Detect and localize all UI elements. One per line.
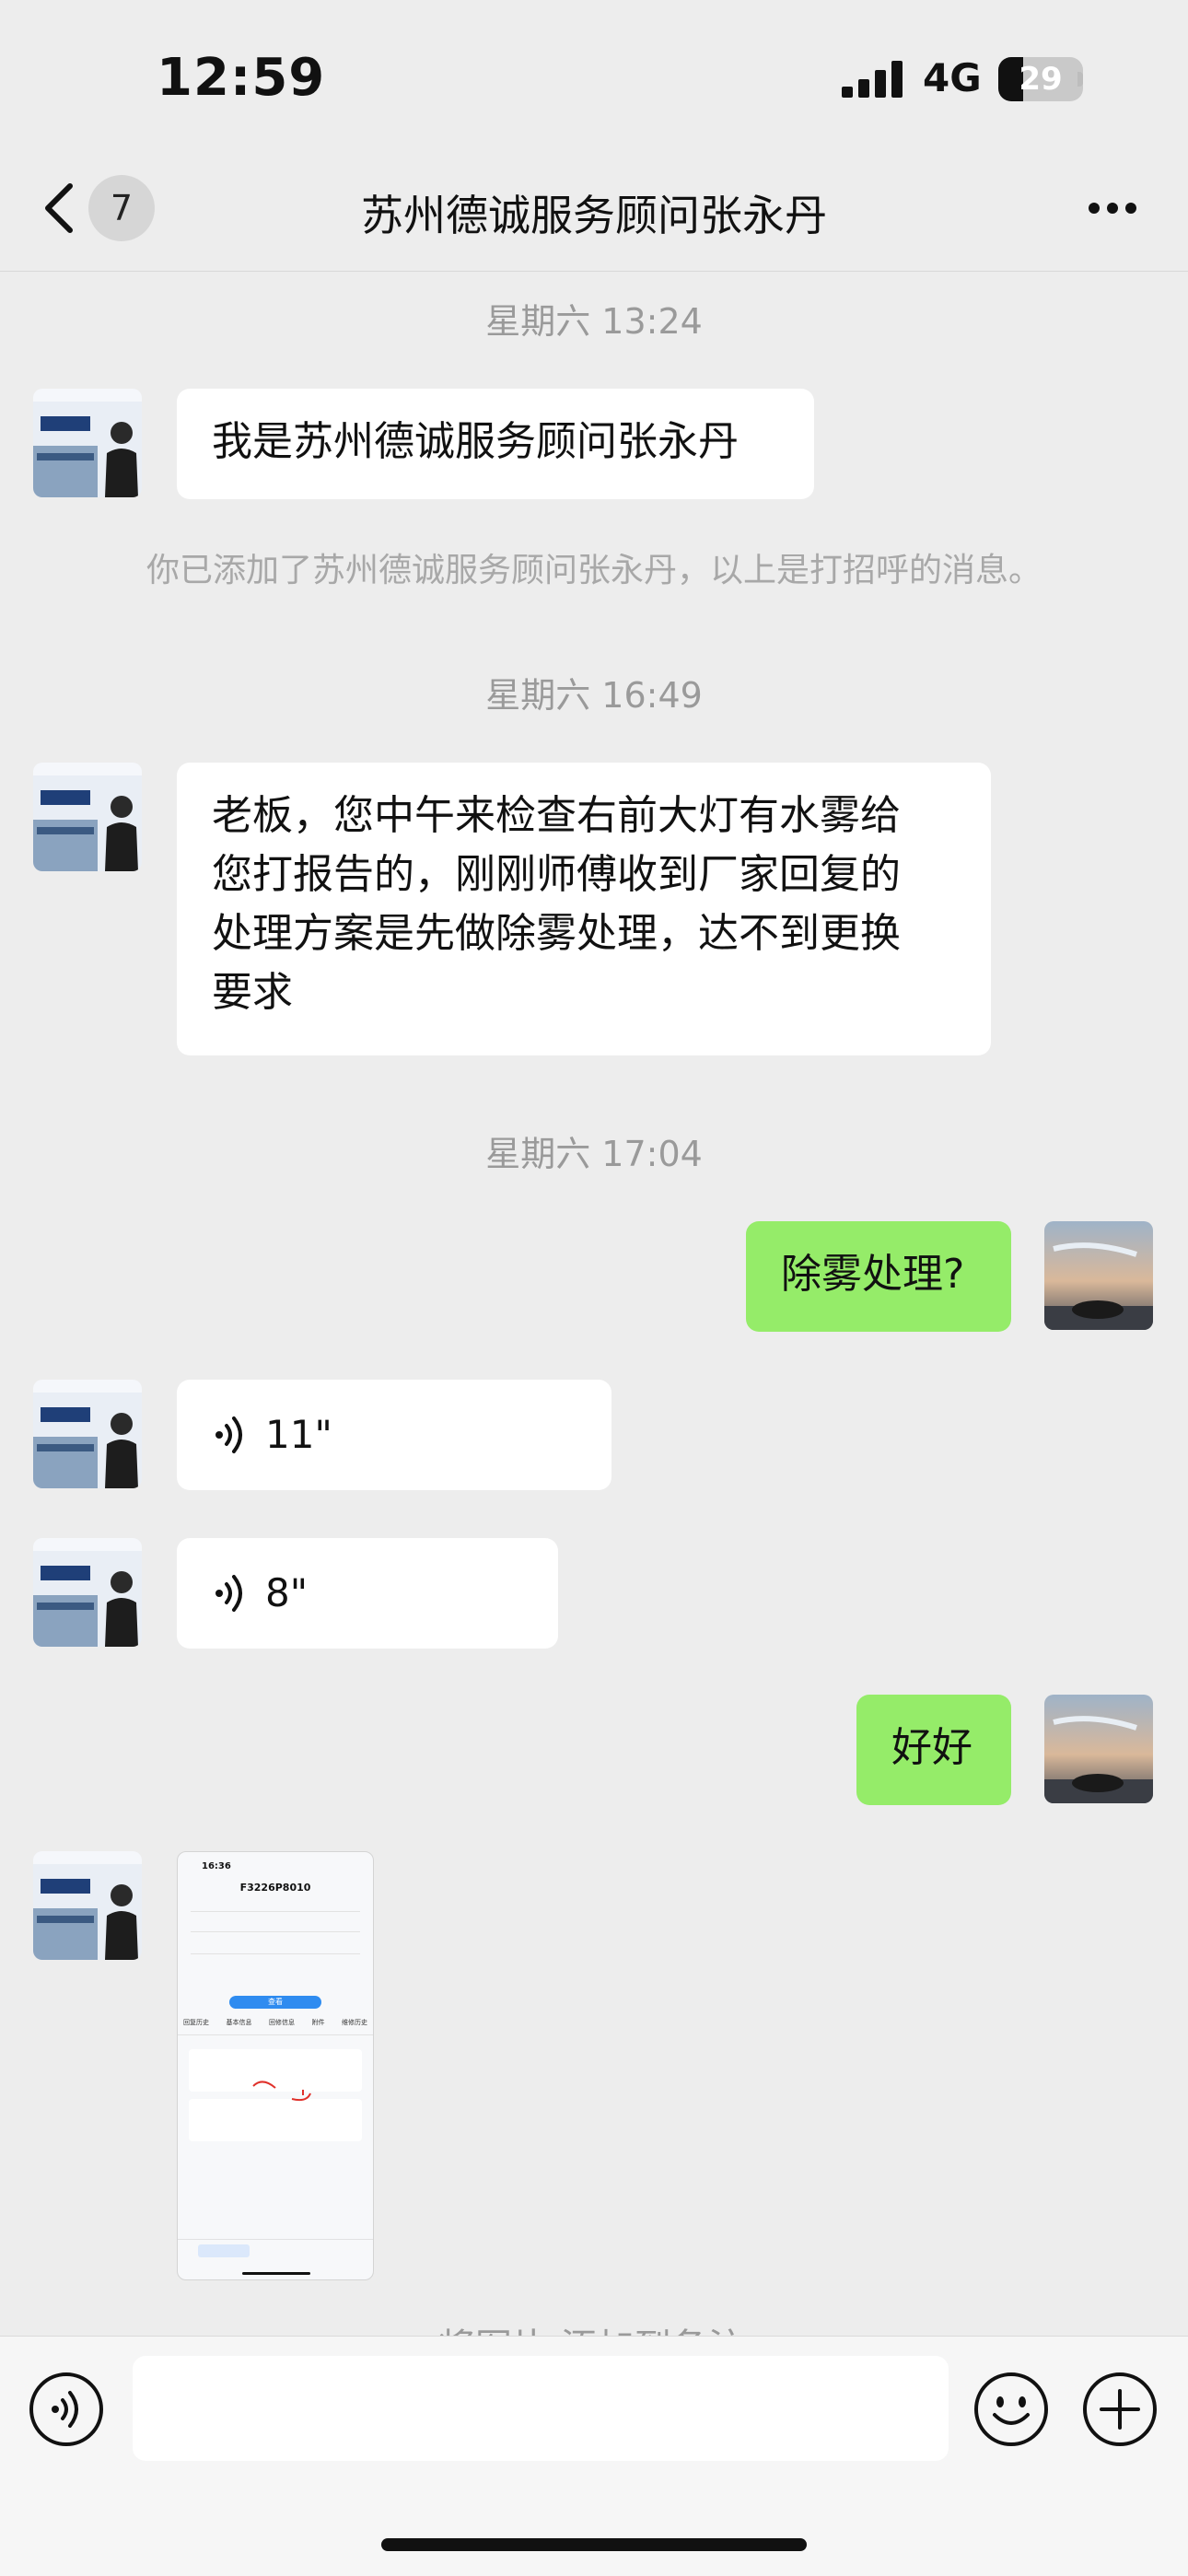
thumb-plate: F3226P8010	[239, 1882, 311, 1894]
voice-input-icon[interactable]	[28, 2371, 105, 2448]
battery-level: 29	[1019, 61, 1063, 98]
status-time: 12:59	[157, 48, 326, 108]
voice-message-bubble[interactable]: 8"	[177, 1538, 558, 1649]
message-input[interactable]	[133, 2356, 949, 2461]
voice-duration: 8"	[265, 1570, 309, 1615]
message-bubble[interactable]: 老板，您中午来检查右前大灯有水雾给 您打报告的，刚刚师傅收到厂家回复的 处理方案…	[177, 763, 991, 1055]
battery-tip	[1077, 72, 1083, 87]
contact-avatar[interactable]	[33, 389, 142, 497]
network-type: 4G	[923, 55, 982, 100]
message-timestamp: 星期六 17:04	[485, 1134, 703, 1174]
thumb-home-indicator	[242, 2272, 310, 2275]
thumb-tabs: 回复历史 基本信息 回修信息 附件 维修历史	[183, 2018, 367, 2027]
message-text-line: 您打报告的，刚刚师傅收到厂家回复的	[212, 851, 901, 898]
message-text-line: 老板，您中午来检查右前大灯有水雾给	[212, 792, 901, 839]
contact-avatar[interactable]	[33, 763, 142, 871]
more-options-icon[interactable]	[1087, 201, 1138, 216]
message-timestamp: 星期六 16:49	[485, 675, 703, 716]
voice-wave-icon	[215, 1416, 242, 1453]
system-notice: 你已添加了苏州德诚服务顾问张永丹，以上是打招呼的消息。	[146, 552, 1042, 589]
thumb-tabbar-item	[198, 2244, 250, 2257]
thumb-tab: 基本信息	[226, 2019, 252, 2026]
red-annotation-marks	[252, 2081, 311, 2102]
voice-message-bubble[interactable]: 11"	[177, 1380, 611, 1490]
thumb-tab: 回复历史	[183, 2019, 209, 2026]
thumb-divider	[191, 1911, 360, 1912]
voice-duration: 11"	[265, 1412, 332, 1457]
chat-title: 苏州德诚服务顾问张永丹	[361, 191, 827, 240]
thumb-divider	[178, 2239, 373, 2240]
message-text: 好好	[891, 1724, 973, 1771]
thumb-button: 查看	[229, 1996, 321, 2009]
plus-icon[interactable]	[1081, 2371, 1159, 2448]
thumb-divider	[191, 1953, 360, 1954]
cellular-signal-icon	[842, 61, 903, 98]
message-bubble[interactable]: 我是苏州德诚服务顾问张永丹	[177, 389, 814, 499]
my-avatar[interactable]	[1044, 1221, 1153, 1330]
voice-wave-icon	[215, 1575, 242, 1612]
contact-avatar[interactable]	[33, 1380, 142, 1488]
my-message-bubble[interactable]: 除雾处理?	[746, 1221, 1011, 1332]
emoji-icon[interactable]	[973, 2371, 1050, 2448]
battery-icon: 29	[998, 57, 1083, 101]
contact-avatar[interactable]	[33, 1851, 142, 1960]
thumb-tab: 回修信息	[269, 2019, 295, 2026]
thumb-divider	[191, 1931, 360, 1932]
message-text-line: 处理方案是先做除雾处理，达不到更换	[212, 910, 901, 957]
message-text: 我是苏州德诚服务顾问张永丹	[212, 418, 739, 465]
my-message-bubble[interactable]: 好好	[856, 1695, 1011, 1805]
image-message[interactable]: 16:36 F3226P8010 查看 回复历史 基本信息 回修信息 附件 维修…	[177, 1851, 374, 2280]
thumb-status-time: 16:36	[202, 1861, 231, 1871]
message-text-line: 要求	[212, 969, 293, 1016]
contact-avatar[interactable]	[33, 1538, 142, 1647]
thumb-divider	[178, 2034, 373, 2035]
home-indicator	[381, 2538, 807, 2551]
thumb-tab: 附件	[311, 2019, 325, 2026]
message-timestamp: 星期六 13:24	[485, 301, 703, 342]
message-text: 除雾处理?	[781, 1251, 965, 1298]
my-avatar[interactable]	[1044, 1695, 1153, 1803]
thumb-tab: 维修历史	[342, 2019, 367, 2026]
